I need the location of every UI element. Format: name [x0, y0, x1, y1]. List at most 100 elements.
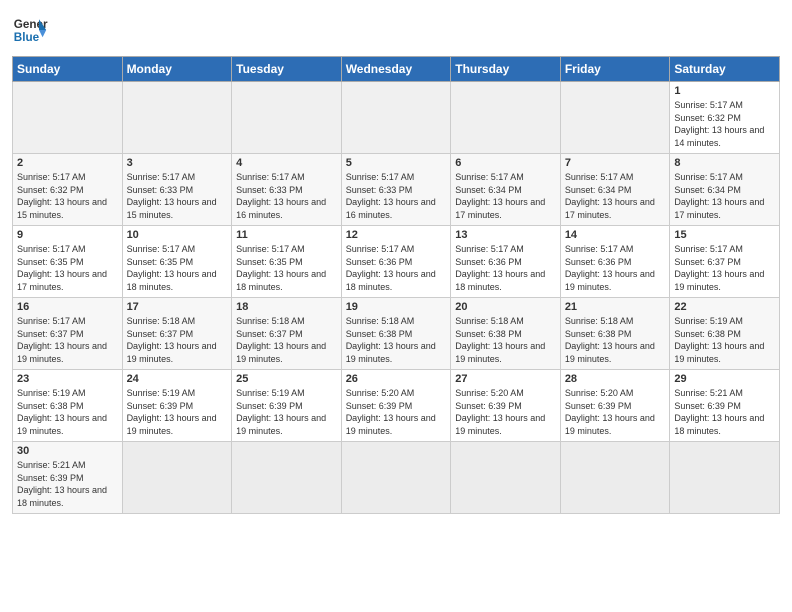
day-number: 12 — [346, 229, 447, 241]
day-number: 9 — [17, 229, 118, 241]
day-info: Sunrise: 5:17 AMSunset: 6:36 PMDaylight:… — [346, 243, 447, 293]
calendar-cell: 5 Sunrise: 5:17 AMSunset: 6:33 PMDaylight… — [341, 154, 451, 226]
weekday-header-thursday: Thursday — [451, 57, 561, 82]
day-info: Sunrise: 5:19 AMSunset: 6:39 PMDaylight:… — [127, 387, 228, 437]
calendar-cell: 9 Sunrise: 5:17 AMSunset: 6:35 PMDaylight… — [13, 226, 123, 298]
calendar-cell: 28Sunrise: 5:20 AMSunset: 6:39 PMDayligh… — [560, 370, 670, 442]
day-info: Sunrise: 5:17 AMSunset: 6:33 PMDaylight:… — [127, 171, 228, 221]
weekday-header-wednesday: Wednesday — [341, 57, 451, 82]
calendar-cell: 4 Sunrise: 5:17 AMSunset: 6:33 PMDaylight… — [232, 154, 342, 226]
calendar-cell — [232, 442, 342, 514]
day-number: 20 — [455, 301, 556, 313]
header: General Blue — [12, 12, 780, 48]
calendar-cell: 15 Sunrise: 5:17 AMSunset: 6:37 PMDayligh… — [670, 226, 780, 298]
day-info: Sunrise: 5:21 AMSunset: 6:39 PMDaylight:… — [674, 387, 775, 437]
day-number: 5 — [346, 157, 447, 169]
calendar-cell: 7Sunrise: 5:17 AMSunset: 6:34 PMDaylight… — [560, 154, 670, 226]
calendar-cell — [232, 82, 342, 154]
day-info: Sunrise: 5:17 AMSunset: 6:37 PMDaylight:… — [674, 243, 775, 293]
calendar-cell: 16Sunrise: 5:17 AMSunset: 6:37 PMDayligh… — [13, 298, 123, 370]
day-info: Sunrise: 5:17 AMSunset: 6:36 PMDaylight:… — [565, 243, 666, 293]
calendar-cell: 26 Sunrise: 5:20 AMSunset: 6:39 PMDayligh… — [341, 370, 451, 442]
day-number: 10 — [127, 229, 228, 241]
day-info: Sunrise: 5:20 AMSunset: 6:39 PMDaylight:… — [455, 387, 556, 437]
calendar-week-5: 23Sunrise: 5:19 AMSunset: 6:38 PMDayligh… — [13, 370, 780, 442]
day-number: 15 — [674, 229, 775, 241]
calendar-cell: 25Sunrise: 5:19 AMSunset: 6:39 PMDayligh… — [232, 370, 342, 442]
day-number: 7 — [565, 157, 666, 169]
day-number: 28 — [565, 373, 666, 385]
day-number: 17 — [127, 301, 228, 313]
day-info: Sunrise: 5:17 AMSunset: 6:32 PMDaylight:… — [674, 99, 775, 149]
calendar-cell: 29Sunrise: 5:21 AMSunset: 6:39 PMDayligh… — [670, 370, 780, 442]
svg-text:Blue: Blue — [14, 31, 40, 44]
day-info: Sunrise: 5:17 AMSunset: 6:36 PMDaylight:… — [455, 243, 556, 293]
calendar-cell: 24 Sunrise: 5:19 AMSunset: 6:39 PMDayligh… — [122, 370, 232, 442]
day-number: 22 — [674, 301, 775, 313]
day-number: 8 — [674, 157, 775, 169]
calendar-cell: 11Sunrise: 5:17 AMSunset: 6:35 PMDayligh… — [232, 226, 342, 298]
calendar-week-6: 30Sunrise: 5:21 AMSunset: 6:39 PMDayligh… — [13, 442, 780, 514]
day-number: 30 — [17, 445, 118, 457]
calendar-cell: 17Sunrise: 5:18 AMSunset: 6:37 PMDayligh… — [122, 298, 232, 370]
calendar-week-1: 1 Sunrise: 5:17 AMSunset: 6:32 PMDaylight… — [13, 82, 780, 154]
day-info: Sunrise: 5:17 AMSunset: 6:35 PMDaylight:… — [17, 243, 118, 293]
day-info: Sunrise: 5:18 AMSunset: 6:38 PMDaylight:… — [455, 315, 556, 365]
calendar-cell — [122, 82, 232, 154]
calendar-cell: 10 Sunrise: 5:17 AMSunset: 6:35 PMDayligh… — [122, 226, 232, 298]
day-number: 11 — [236, 229, 337, 241]
calendar-cell: 22 Sunrise: 5:19 AMSunset: 6:38 PMDayligh… — [670, 298, 780, 370]
day-number: 4 — [236, 157, 337, 169]
calendar-cell: 18 Sunrise: 5:18 AMSunset: 6:37 PMDayligh… — [232, 298, 342, 370]
calendar-cell: 3 Sunrise: 5:17 AMSunset: 6:33 PMDaylight… — [122, 154, 232, 226]
calendar-cell: 19 Sunrise: 5:18 AMSunset: 6:38 PMDayligh… — [341, 298, 451, 370]
calendar-cell: 23Sunrise: 5:19 AMSunset: 6:38 PMDayligh… — [13, 370, 123, 442]
calendar-cell — [341, 82, 451, 154]
weekday-header-row: SundayMondayTuesdayWednesdayThursdayFrid… — [13, 57, 780, 82]
calendar-cell: 6Sunrise: 5:17 AMSunset: 6:34 PMDaylight… — [451, 154, 561, 226]
day-number: 19 — [346, 301, 447, 313]
day-number: 1 — [674, 85, 775, 97]
day-number: 16 — [17, 301, 118, 313]
calendar-cell: 27Sunrise: 5:20 AMSunset: 6:39 PMDayligh… — [451, 370, 561, 442]
calendar-cell: 13 Sunrise: 5:17 AMSunset: 6:36 PMDayligh… — [451, 226, 561, 298]
day-number: 13 — [455, 229, 556, 241]
day-number: 18 — [236, 301, 337, 313]
day-info: Sunrise: 5:17 AMSunset: 6:32 PMDaylight:… — [17, 171, 118, 221]
calendar-cell: 14 Sunrise: 5:17 AMSunset: 6:36 PMDayligh… — [560, 226, 670, 298]
calendar-week-2: 2 Sunrise: 5:17 AMSunset: 6:32 PMDaylight… — [13, 154, 780, 226]
calendar-cell: 8 Sunrise: 5:17 AMSunset: 6:34 PMDaylight… — [670, 154, 780, 226]
calendar-cell — [670, 442, 780, 514]
day-info: Sunrise: 5:17 AMSunset: 6:33 PMDaylight:… — [236, 171, 337, 221]
day-info: Sunrise: 5:19 AMSunset: 6:38 PMDaylight:… — [674, 315, 775, 365]
logo-icon: General Blue — [12, 12, 48, 48]
day-info: Sunrise: 5:19 AMSunset: 6:38 PMDaylight:… — [17, 387, 118, 437]
day-info: Sunrise: 5:18 AMSunset: 6:38 PMDaylight:… — [346, 315, 447, 365]
day-info: Sunrise: 5:17 AMSunset: 6:33 PMDaylight:… — [346, 171, 447, 221]
day-info: Sunrise: 5:17 AMSunset: 6:34 PMDaylight:… — [674, 171, 775, 221]
calendar-week-4: 16Sunrise: 5:17 AMSunset: 6:37 PMDayligh… — [13, 298, 780, 370]
day-number: 3 — [127, 157, 228, 169]
day-info: Sunrise: 5:19 AMSunset: 6:39 PMDaylight:… — [236, 387, 337, 437]
day-info: Sunrise: 5:18 AMSunset: 6:38 PMDaylight:… — [565, 315, 666, 365]
weekday-header-tuesday: Tuesday — [232, 57, 342, 82]
day-info: Sunrise: 5:17 AMSunset: 6:35 PMDaylight:… — [127, 243, 228, 293]
calendar-cell: 12 Sunrise: 5:17 AMSunset: 6:36 PMDayligh… — [341, 226, 451, 298]
calendar-table: SundayMondayTuesdayWednesdayThursdayFrid… — [12, 56, 780, 514]
calendar-cell: 2 Sunrise: 5:17 AMSunset: 6:32 PMDaylight… — [13, 154, 123, 226]
calendar-cell — [560, 82, 670, 154]
day-number: 2 — [17, 157, 118, 169]
day-number: 26 — [346, 373, 447, 385]
day-info: Sunrise: 5:20 AMSunset: 6:39 PMDaylight:… — [346, 387, 447, 437]
day-number: 21 — [565, 301, 666, 313]
calendar-cell — [451, 82, 561, 154]
calendar-cell: 1 Sunrise: 5:17 AMSunset: 6:32 PMDaylight… — [670, 82, 780, 154]
day-info: Sunrise: 5:17 AMSunset: 6:34 PMDaylight:… — [455, 171, 556, 221]
calendar-cell: 30Sunrise: 5:21 AMSunset: 6:39 PMDayligh… — [13, 442, 123, 514]
day-number: 24 — [127, 373, 228, 385]
day-number: 14 — [565, 229, 666, 241]
weekday-header-saturday: Saturday — [670, 57, 780, 82]
day-info: Sunrise: 5:18 AMSunset: 6:37 PMDaylight:… — [236, 315, 337, 365]
calendar-week-3: 9 Sunrise: 5:17 AMSunset: 6:35 PMDaylight… — [13, 226, 780, 298]
calendar-cell — [341, 442, 451, 514]
